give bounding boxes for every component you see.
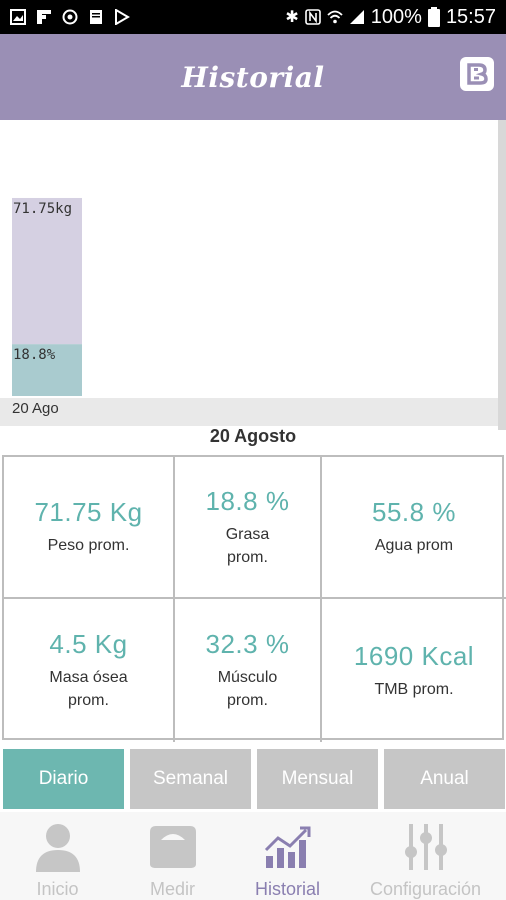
stat-masa-osea: 4.5 Kg Masa ósea prom. <box>4 599 175 742</box>
period-button-semanal[interactable]: Semanal <box>130 749 251 809</box>
person-icon <box>30 820 86 873</box>
nav-item-inicio[interactable]: Inicio <box>0 812 115 900</box>
target-icon <box>62 9 78 25</box>
stat-value: 1690 Kcal <box>353 640 475 671</box>
nav-label: Inicio <box>36 879 79 899</box>
chart-canvas: 18.8% 71.75kg <box>0 197 498 426</box>
stat-value: 4.5 Kg <box>49 629 128 659</box>
gallery-icon <box>10 9 26 25</box>
stat-value: 55.8 % <box>372 497 456 527</box>
chart-icon <box>260 820 316 873</box>
clock: 15:57 <box>445 5 496 28</box>
status-bar: ✱ 100% 15:57 <box>0 0 506 34</box>
battery-icon <box>427 7 440 27</box>
stat-tmb: 1690 Kcal TMB prom. <box>322 599 506 742</box>
period-selector: Diario Semanal Mensual Anual <box>3 749 505 809</box>
period-button-mensual[interactable]: Mensual <box>257 749 378 809</box>
play-store-icon <box>115 9 130 25</box>
nav-label: Configuración <box>369 879 482 899</box>
stat-label: Músculo prom. <box>217 669 278 709</box>
nfc-icon <box>304 9 321 25</box>
stat-grasa: 18.8 % Grasa prom. <box>175 457 322 599</box>
chart-data-label-0: 18.8% <box>13 347 56 363</box>
period-button-anual[interactable]: Anual <box>384 749 505 809</box>
notification-icons <box>10 9 130 25</box>
chart-data-label-1: 71.75kg <box>13 201 72 217</box>
sliders-icon <box>398 820 454 873</box>
stat-label: Grasa prom. <box>225 525 270 566</box>
chart-date-caption: 20 Agosto <box>209 426 297 446</box>
stat-label: Masa ósea prom. <box>49 669 128 709</box>
page-title: Historial <box>181 60 325 94</box>
chart-x-axis-band <box>0 398 498 426</box>
stat-label: Peso prom. <box>47 537 130 554</box>
period-button-diario[interactable]: Diario <box>3 749 124 809</box>
nav-label: Historial <box>254 879 320 899</box>
history-chart[interactable]: 18.8% 71.75kg 20 Ago 20 Agosto <box>0 120 506 450</box>
bottom-navigation: Inicio Medir Historial Configuración <box>0 812 506 900</box>
chart-scrollbar[interactable] <box>498 120 506 430</box>
stat-agua: 55.8 % Agua prom <box>322 457 506 599</box>
chart-x-tick-label: 20 Ago <box>12 400 59 417</box>
signal-icon <box>349 10 364 24</box>
battery-percent: 100% <box>370 5 422 28</box>
app-header: Historial <box>0 34 506 120</box>
nav-item-configuracion[interactable]: Configuración <box>345 812 506 900</box>
brand-logo-icon[interactable] <box>460 57 494 91</box>
stats-grid: 71.75 Kg Peso prom. 18.8 % Grasa prom. 5… <box>2 455 506 742</box>
stat-musculo: 32.3 % Músculo prom. <box>175 599 322 742</box>
bluetooth-icon: ✱ <box>285 9 299 26</box>
nav-label: Medir <box>149 879 195 899</box>
nav-item-historial[interactable]: Historial <box>230 812 345 900</box>
stat-label: Agua prom <box>374 537 454 554</box>
stat-label: TMB prom. <box>374 680 454 698</box>
wifi-icon <box>327 10 343 24</box>
stat-value: 32.3 % <box>205 629 290 659</box>
nav-item-medir[interactable]: Medir <box>115 812 230 900</box>
chart-bar-segment-1 <box>12 197 82 345</box>
stat-value: 71.75 Kg <box>34 497 143 527</box>
system-status: ✱ 100% 15:57 <box>285 6 496 29</box>
stat-peso: 71.75 Kg Peso prom. <box>4 457 175 599</box>
stat-value: 18.8 % <box>205 485 290 516</box>
scale-icon <box>145 820 201 873</box>
flipboard-icon <box>37 10 51 24</box>
document-icon <box>90 10 102 24</box>
